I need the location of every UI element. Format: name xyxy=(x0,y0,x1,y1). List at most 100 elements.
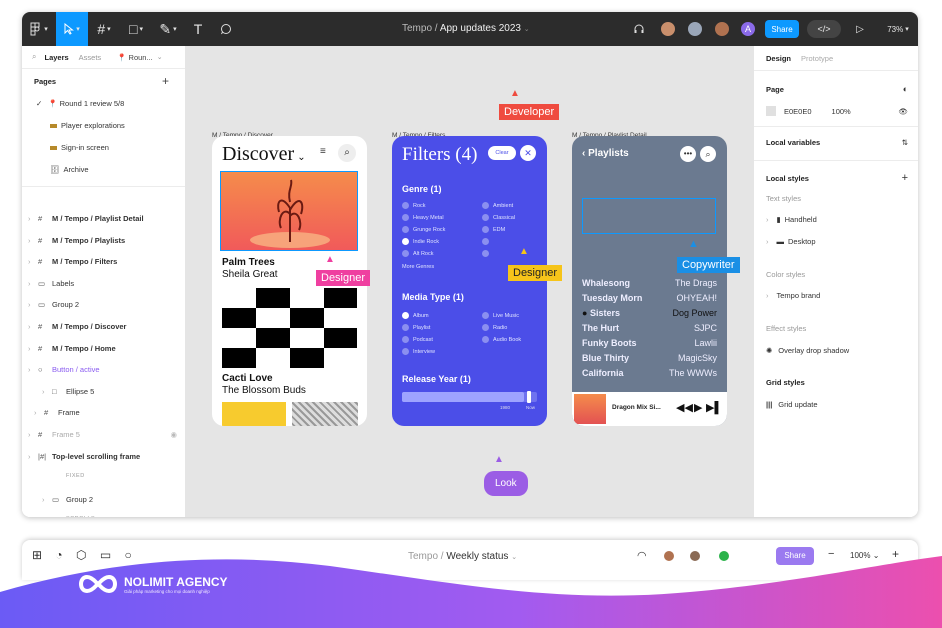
filter-option[interactable] xyxy=(482,238,493,245)
add-page-button[interactable]: + xyxy=(162,74,185,88)
headphones-icon[interactable] xyxy=(627,12,651,46)
layer-row[interactable]: › # M / Tempo / Playlist Detail xyxy=(28,214,185,223)
play-icon[interactable]: ▶ xyxy=(694,401,702,414)
year-slider-handle[interactable] xyxy=(527,391,531,403)
filter-option[interactable]: Ambient xyxy=(482,202,513,209)
filter-option[interactable]: Album xyxy=(402,312,429,319)
filters-frame[interactable]: Filters (4) Clear ✕ Genre (1) Rock Heavy … xyxy=(392,136,547,426)
layer-row[interactable]: SCROLLS xyxy=(42,516,185,517)
main-menu-button[interactable]: ▾ xyxy=(22,12,56,46)
filter-option[interactable]: Indie Rock xyxy=(402,238,439,245)
page-selector[interactable]: Roun... xyxy=(129,53,153,62)
more-genres-link[interactable]: More Genres xyxy=(402,264,434,270)
playlist-frame[interactable]: ‹ Playlists ••• ⌕ Whalesong The Drags Tues… xyxy=(572,136,727,426)
song-row[interactable]: The Hurt SJPC xyxy=(582,323,717,333)
song-row[interactable]: ● Sisters Dog Power xyxy=(582,308,717,318)
layer-row[interactable]: › # Frame 5 ◉ xyxy=(28,430,185,439)
style-icon[interactable]: ◐ xyxy=(903,84,908,94)
share-button[interactable]: Share xyxy=(765,20,799,38)
style-item[interactable]: ||| Grid update xyxy=(766,400,908,409)
zoom-out-button[interactable]: − xyxy=(828,548,834,560)
filter-option[interactable]: Interview xyxy=(402,348,435,355)
layer-row[interactable]: FIXED xyxy=(42,473,185,479)
layer-row[interactable]: › # M / Tempo / Filters xyxy=(28,257,185,266)
zoom-in-button[interactable]: + xyxy=(892,547,899,561)
layer-row[interactable]: › ○ Button / active xyxy=(28,365,185,374)
back-link[interactable]: ‹ Playlists xyxy=(582,148,629,159)
tab-design[interactable]: Design xyxy=(766,54,791,63)
filter-option[interactable] xyxy=(482,250,493,257)
chevron-right-icon[interactable]: › xyxy=(28,452,38,461)
tab-prototype[interactable]: Prototype xyxy=(801,54,833,63)
page-item[interactable]: Player explorations xyxy=(50,121,185,130)
style-item[interactable]: › ▬ Desktop xyxy=(766,237,908,246)
layer-row[interactable]: › # Frame xyxy=(34,408,185,417)
fast-forward-icon[interactable]: ▶▌ xyxy=(706,401,722,414)
play-icon[interactable]: ▷ xyxy=(850,12,870,46)
zoom-dropdown[interactable]: 73% ▾ xyxy=(880,12,916,46)
eye-icon[interactable]: ◉ xyxy=(170,430,177,439)
collaborator-avatar[interactable] xyxy=(659,20,677,38)
layer-row[interactable]: › ▭ Group 2 xyxy=(28,300,185,309)
file-breadcrumb[interactable]: Tempo / App updates 2023 ⌄ xyxy=(402,23,530,34)
color-swatch[interactable] xyxy=(766,106,776,116)
style-item[interactable]: › Tempo brand xyxy=(766,291,908,300)
page-item[interactable]: ✓ 📍 Round 1 review 5/8 xyxy=(36,99,185,108)
page-color-value[interactable]: E0E0E0 xyxy=(784,107,812,116)
filter-option[interactable]: EDM xyxy=(482,226,505,233)
page-item[interactable]: 🗄 Archive xyxy=(50,165,185,174)
tab-assets[interactable]: Assets xyxy=(79,53,102,62)
song-row[interactable]: Tuesday Morn OHYEAH! xyxy=(582,293,717,303)
canvas[interactable]: M / Tempo / Discover M / Tempo / Filters… xyxy=(186,46,753,517)
style-item[interactable]: › ▮ Handheld xyxy=(766,215,908,224)
chevron-right-icon[interactable]: › xyxy=(28,236,38,245)
filter-option[interactable]: Heavy Metal xyxy=(402,214,444,221)
toolbar-icons[interactable]: ⊞ ◔ ⬡ ▭ ○ xyxy=(32,548,132,562)
frame-tool-button[interactable]: # ▾ xyxy=(88,12,120,46)
pen-tool-button[interactable]: ✎ ▾ xyxy=(152,12,184,46)
chevron-right-icon[interactable]: › xyxy=(42,495,52,504)
chevron-right-icon[interactable]: › xyxy=(28,430,38,439)
filter-option[interactable]: Radio xyxy=(482,324,507,331)
layer-row[interactable]: › ▭ Labels xyxy=(28,279,185,288)
share-button[interactable]: Share xyxy=(776,547,814,565)
rewind-icon[interactable]: ◀◀ xyxy=(676,401,693,414)
search-icon[interactable]: ⌕ xyxy=(338,144,356,162)
move-tool-button[interactable]: ▾ xyxy=(56,12,88,46)
search-icon[interactable]: ⌕ xyxy=(32,52,36,62)
page-opacity-value[interactable]: 100% xyxy=(832,107,851,116)
collaborator-avatar[interactable] xyxy=(688,549,702,563)
layer-row[interactable]: › □ Ellipse 5 xyxy=(42,387,185,396)
text-tool-button[interactable]: T xyxy=(184,12,212,46)
song-row[interactable]: California The WWWs xyxy=(582,368,717,378)
headphones-icon[interactable]: ◠ xyxy=(637,549,647,562)
filter-option[interactable]: Rock xyxy=(402,202,426,209)
close-icon[interactable]: ✕ xyxy=(520,145,536,161)
collaborator-avatar[interactable]: A xyxy=(739,20,757,38)
page-item[interactable]: Sign-in screen xyxy=(50,143,185,152)
layer-row[interactable]: › # M / Tempo / Playlists xyxy=(28,236,185,245)
filter-option[interactable]: Audio Book xyxy=(482,336,521,343)
chevron-right-icon[interactable]: › xyxy=(42,387,52,396)
eye-icon[interactable]: 👁 xyxy=(898,107,908,116)
clear-button[interactable]: Clear xyxy=(488,146,516,160)
filter-option[interactable]: Live Music xyxy=(482,312,519,319)
filter-icon[interactable]: ≡ xyxy=(320,146,326,157)
now-playing-bar[interactable]: Dragon Mix Si... ◀◀ ▶ ▶▌ xyxy=(572,392,727,426)
layer-row[interactable]: › # M / Tempo / Discover xyxy=(28,322,185,331)
collaborator-avatar[interactable] xyxy=(713,20,731,38)
local-variables-title[interactable]: Local variables xyxy=(766,138,820,147)
variables-icon[interactable]: ⇅ xyxy=(902,138,908,147)
collaborator-avatar[interactable] xyxy=(686,20,704,38)
chevron-right-icon[interactable]: › xyxy=(28,344,38,353)
zoom-dropdown[interactable]: 100% ⌄ xyxy=(850,551,879,560)
filter-option[interactable]: Playlist xyxy=(402,324,430,331)
file-breadcrumb[interactable]: Tempo / Weekly status ⌄ xyxy=(408,551,517,562)
page-color-row[interactable]: E0E0E0 100% 👁 xyxy=(766,106,908,116)
song-row[interactable]: Funky Boots Lawlii xyxy=(582,338,717,348)
tab-layers[interactable]: Layers xyxy=(44,53,68,62)
search-icon[interactable]: ⌕ xyxy=(700,146,716,162)
chevron-right-icon[interactable]: › xyxy=(28,214,38,223)
chevron-right-icon[interactable]: › xyxy=(28,300,38,309)
song-row[interactable]: Whalesong The Drags xyxy=(582,278,717,288)
